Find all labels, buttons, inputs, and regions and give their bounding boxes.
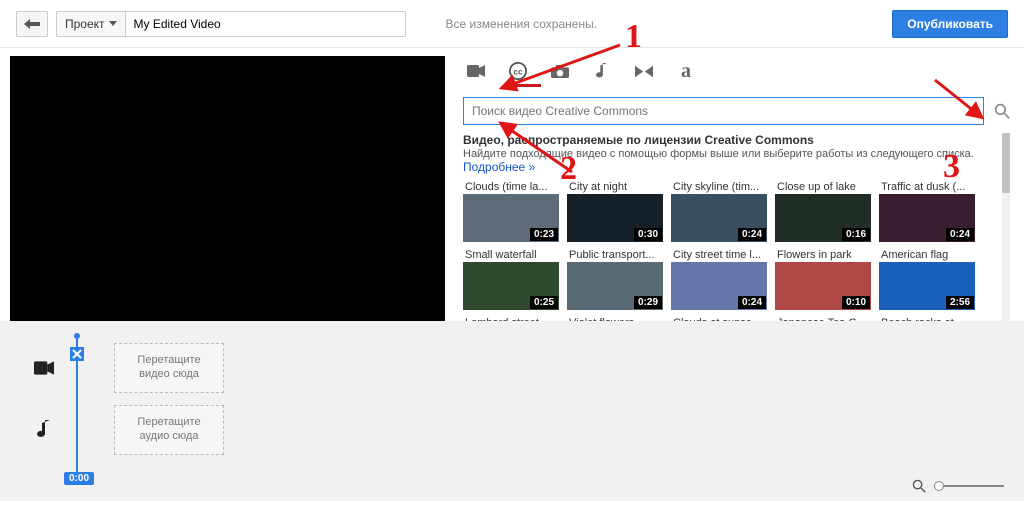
audio-track-icon xyxy=(34,420,54,440)
video-track: Перетащите видео сюда xyxy=(34,343,1008,393)
library-header: Видео, распространяемые по лицензии Crea… xyxy=(463,133,996,147)
video-track-icon xyxy=(34,358,54,378)
video-preview[interactable] xyxy=(10,56,445,321)
tab-text[interactable]: a xyxy=(677,62,695,80)
card-duration: 0:23 xyxy=(530,228,558,241)
video-drop-zone[interactable]: Перетащите видео сюда xyxy=(114,343,224,393)
active-tab-underline xyxy=(505,84,541,87)
card-thumbnail: 0:29 xyxy=(567,262,663,310)
library-card[interactable]: Public transport... 0:29 xyxy=(567,248,663,310)
scrollbar-track[interactable] xyxy=(1002,133,1010,321)
card-title: Traffic at dusk (... xyxy=(879,180,975,194)
card-duration: 0:29 xyxy=(634,296,662,309)
card-thumbnail: 0:10 xyxy=(775,262,871,310)
library-card[interactable]: Clouds (time la... 0:23 xyxy=(463,180,559,242)
zoom-slider-track[interactable] xyxy=(934,485,1004,487)
card-duration: 0:24 xyxy=(738,296,766,309)
library-grid: Clouds (time la...0:23City at night0:30C… xyxy=(463,180,996,321)
card-title: Public transport... xyxy=(567,248,663,262)
card-duration: 0:24 xyxy=(946,228,974,241)
card-title: Close up of lake xyxy=(775,180,871,194)
project-menu-button[interactable]: Проект xyxy=(56,11,126,37)
card-duration: 0:10 xyxy=(842,296,870,309)
library-card[interactable]: City at night 0:30 xyxy=(567,180,663,242)
library-more-link[interactable]: Подробнее » xyxy=(463,160,535,174)
audio-track: Перетащите аудио сюда xyxy=(34,405,1008,455)
library-card[interactable]: Traffic at dusk (... 0:24 xyxy=(879,180,975,242)
playhead-handle[interactable] xyxy=(70,347,84,361)
card-title: Flowers in park xyxy=(775,248,871,262)
tab-cc[interactable]: cc xyxy=(509,62,527,80)
library-card[interactable]: Close up of lake 0:16 xyxy=(775,180,871,242)
tab-transitions[interactable] xyxy=(635,62,653,80)
card-title: Clouds (time la... xyxy=(463,180,559,194)
card-title: City skyline (tim... xyxy=(671,180,767,194)
library-card[interactable]: City skyline (tim... 0:24 xyxy=(671,180,767,242)
publish-button[interactable]: Опубликовать xyxy=(892,10,1008,38)
library-card[interactable]: Flowers in park 0:10 xyxy=(775,248,871,310)
library-body: Видео, распространяемые по лицензии Crea… xyxy=(463,133,1010,321)
svg-text:cc: cc xyxy=(514,68,523,77)
library-subtext: Найдите подходящие видео с помощью формы… xyxy=(463,148,996,160)
library-card[interactable]: City street time l... 0:24 xyxy=(671,248,767,310)
card-title: City at night xyxy=(567,180,663,194)
card-thumbnail: 0:23 xyxy=(463,194,559,242)
card-thumbnail: 0:16 xyxy=(775,194,871,242)
caret-down-icon xyxy=(109,21,117,26)
card-title: Small waterfall xyxy=(463,248,559,262)
timeline: 0:00 Перетащите видео сюда Перетащите ау… xyxy=(0,321,1024,501)
middle-section: cc a Видео, распространяемые по лицензии… xyxy=(0,48,1024,321)
library-card[interactable]: American flag 2:56 xyxy=(879,248,975,310)
card-thumbnail: 0:24 xyxy=(671,262,767,310)
zoom-slider-knob[interactable] xyxy=(934,481,944,491)
card-duration: 0:16 xyxy=(842,228,870,241)
playhead-axis[interactable]: 0:00 xyxy=(70,337,84,479)
top-bar: Проект Все изменения сохранены. Опублико… xyxy=(0,0,1024,48)
card-thumbnail: 0:24 xyxy=(671,194,767,242)
card-thumbnail: 0:30 xyxy=(567,194,663,242)
project-title-input[interactable] xyxy=(126,11,406,37)
zoom-control[interactable] xyxy=(912,479,1004,493)
tab-music[interactable] xyxy=(593,62,611,80)
card-duration: 0:25 xyxy=(530,296,558,309)
search-input[interactable] xyxy=(463,97,984,125)
zoom-icon xyxy=(912,479,926,493)
back-button[interactable] xyxy=(16,11,48,37)
search-icon[interactable] xyxy=(994,103,1010,119)
save-status-text: Все изменения сохранены. xyxy=(446,17,598,31)
card-duration: 0:24 xyxy=(738,228,766,241)
playhead-time: 0:00 xyxy=(64,472,94,485)
tab-camera[interactable] xyxy=(467,62,485,80)
scrollbar-thumb[interactable] xyxy=(1002,133,1010,193)
library-tabs: cc a xyxy=(463,56,1010,86)
library-card[interactable]: Small waterfall 0:25 xyxy=(463,248,559,310)
card-thumbnail: 0:25 xyxy=(463,262,559,310)
card-duration: 0:30 xyxy=(634,228,662,241)
card-thumbnail: 0:24 xyxy=(879,194,975,242)
tab-photo[interactable] xyxy=(551,62,569,80)
card-thumbnail: 2:56 xyxy=(879,262,975,310)
card-title: City street time l... xyxy=(671,248,767,262)
project-menu-label: Проект xyxy=(65,17,105,31)
audio-drop-zone[interactable]: Перетащите аудио сюда xyxy=(114,405,224,455)
library-panel: cc a Видео, распространяемые по лицензии… xyxy=(445,48,1024,321)
card-title: American flag xyxy=(879,248,975,262)
card-duration: 2:56 xyxy=(946,296,974,309)
